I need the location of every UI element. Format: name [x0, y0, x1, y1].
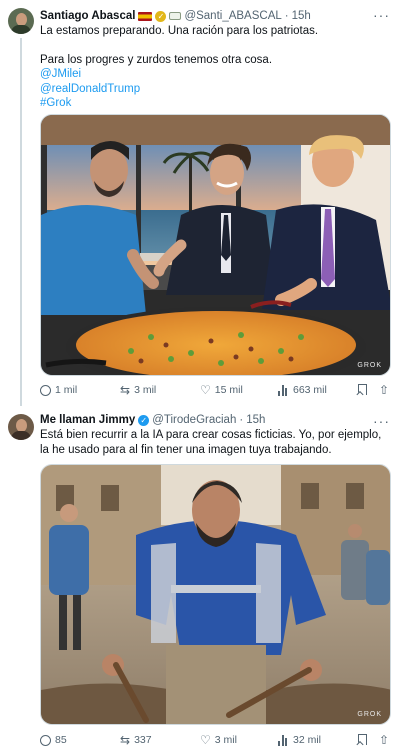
- retweet-icon: ⇆: [120, 383, 131, 397]
- affiliation-badge-icon[interactable]: [169, 12, 182, 20]
- tweet-actions: 1 mil ⇆ 3 mil ♡ 15 mil 663 mil ⇧: [40, 384, 390, 400]
- reply-button[interactable]: 85: [40, 734, 67, 746]
- view-count: 32 mil: [293, 734, 322, 746]
- timestamp[interactable]: 15h: [246, 414, 265, 426]
- tweet-header: Santiago Abascal ✓ @Santi_ABASCAL · 15h: [40, 10, 311, 22]
- more-icon[interactable]: ···: [373, 413, 390, 429]
- view-count: 663 mil: [293, 384, 327, 396]
- mention-link[interactable]: @realDonaldTrump: [40, 82, 390, 97]
- like-count: 15 mil: [214, 384, 243, 396]
- share-button[interactable]: ⇧: [379, 734, 389, 746]
- avatar[interactable]: [8, 414, 34, 440]
- retweet-button[interactable]: ⇆ 337: [120, 734, 152, 746]
- views-button[interactable]: 32 mil: [278, 734, 321, 746]
- mention-link[interactable]: @JMilei: [40, 67, 390, 82]
- tweet-image[interactable]: GROK: [40, 464, 391, 725]
- share-icon: ⇧: [379, 733, 390, 747]
- author-handle[interactable]: @TirodeGraciah: [152, 414, 236, 426]
- heart-icon: ♡: [200, 383, 211, 397]
- thread-connector: [20, 38, 22, 406]
- author-name[interactable]: Santiago Abascal: [40, 10, 135, 22]
- grok-watermark: GROK: [357, 711, 382, 718]
- verified-badge-icon[interactable]: ✓: [155, 10, 167, 22]
- reply-count: 85: [55, 734, 67, 746]
- tweet-text: La estamos preparando. Una ración para l…: [40, 24, 390, 111]
- worker-scene-image: [41, 465, 390, 724]
- hashtag-link[interactable]: #Grok: [40, 96, 390, 111]
- views-icon: [278, 734, 289, 746]
- more-icon[interactable]: ···: [373, 7, 390, 23]
- bookmark-button[interactable]: [358, 384, 367, 395]
- reply-icon: [40, 734, 51, 746]
- heart-icon: ♡: [200, 733, 211, 747]
- author-handle[interactable]: @Santi_ABASCAL: [184, 10, 281, 22]
- tweet-actions: 85 ⇆ 337 ♡ 3 mil 32 mil ⇧: [40, 734, 390, 750]
- like-button[interactable]: ♡ 3 mil: [200, 734, 237, 746]
- share-icon: ⇧: [379, 383, 390, 397]
- like-button[interactable]: ♡ 15 mil: [200, 384, 243, 396]
- retweet-icon: ⇆: [120, 733, 131, 747]
- retweet-count: 337: [134, 734, 152, 746]
- avatar[interactable]: [8, 8, 34, 34]
- reply-count: 1 mil: [55, 384, 78, 396]
- paella-scene-image: [41, 115, 390, 375]
- retweet-button[interactable]: ⇆ 3 mil: [120, 384, 156, 396]
- share-button[interactable]: ⇧: [379, 384, 389, 396]
- retweet-count: 3 mil: [134, 384, 157, 396]
- tweet-text: Está bien recurrir a la IA para crear co…: [40, 429, 382, 456]
- author-name[interactable]: Me llaman Jimmy: [40, 414, 135, 426]
- reply-button[interactable]: 1 mil: [40, 384, 77, 396]
- tweet-header: Me llaman Jimmy ✓ @TirodeGraciah · 15h: [40, 414, 266, 426]
- reply-icon: [40, 384, 51, 396]
- grok-watermark: GROK: [357, 362, 382, 369]
- tweet-image[interactable]: GROK: [40, 114, 391, 376]
- tweet-santiago[interactable]: Santiago Abascal ✓ @Santi_ABASCAL · 15h …: [0, 0, 400, 406]
- bookmark-icon: [358, 734, 367, 745]
- views-icon: [278, 384, 289, 396]
- verified-badge-icon[interactable]: ✓: [138, 414, 150, 426]
- bookmark-icon: [358, 384, 367, 395]
- bookmark-button[interactable]: [358, 734, 367, 745]
- like-count: 3 mil: [214, 734, 237, 746]
- views-button[interactable]: 663 mil: [278, 384, 327, 396]
- timestamp[interactable]: 15h: [292, 10, 311, 22]
- spain-flag-icon: [138, 11, 153, 21]
